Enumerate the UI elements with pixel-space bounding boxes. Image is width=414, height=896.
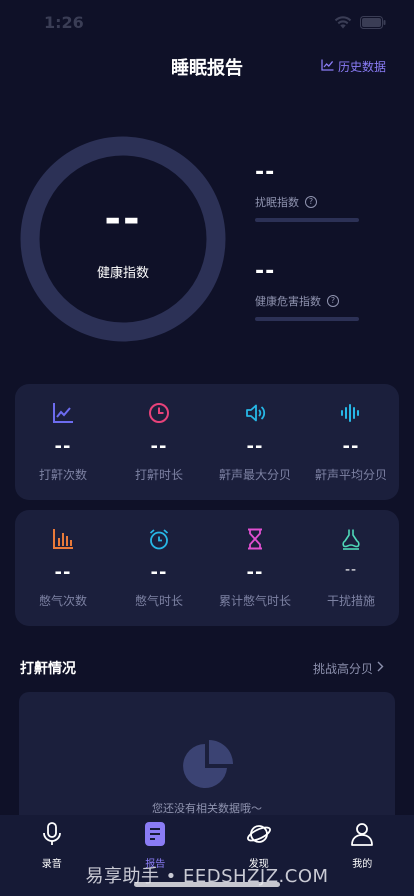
- snore-section-header: 打鼾情况 挑战高分贝: [20, 656, 384, 680]
- clock-icon: [148, 402, 170, 424]
- report-icon: [142, 821, 168, 851]
- apnea-total-duration-value: --: [246, 562, 264, 583]
- snore-duration-label: 打鼾时长: [134, 468, 183, 482]
- intervention-label: 干扰措施: [326, 594, 375, 608]
- line-chart-icon: [321, 59, 334, 74]
- help-icon[interactable]: ?: [305, 196, 317, 208]
- empty-state-text: 您还没有相关数据哦～: [152, 802, 262, 815]
- sleep-disturbance-bar: [255, 218, 359, 222]
- apnea-duration-cell[interactable]: -- 憋气时长: [111, 510, 207, 626]
- sleep-disturbance-label: 扰眠指数: [255, 196, 299, 209]
- snore-count-cell[interactable]: -- 打鼾次数: [15, 384, 111, 500]
- snore-count-value: --: [54, 436, 72, 457]
- intervention-cell[interactable]: -- 干扰措施: [303, 510, 399, 626]
- chevron-right-icon: [377, 661, 384, 675]
- snore-count-label: 打鼾次数: [38, 468, 87, 482]
- status-bar: 1:26: [0, 0, 414, 44]
- health-hazard-label-row: 健康危害指数 ?: [255, 293, 365, 309]
- challenge-db-label: 挑战高分贝: [312, 661, 373, 676]
- challenge-db-link[interactable]: 挑战高分贝: [313, 660, 384, 677]
- header: 睡眠报告 历史数据: [0, 50, 414, 84]
- apnea-duration-value: --: [150, 562, 168, 583]
- wifi-icon: [334, 15, 352, 29]
- section-title: 打鼾情况: [20, 661, 76, 677]
- health-hazard-label: 健康危害指数: [255, 295, 321, 308]
- apnea-stats-card: -- 憋气次数 -- 憋气时长 -- 累计憋气时长 -- 干扰措施: [15, 510, 399, 626]
- sleep-disturbance-metric: -- 扰眠指数 ?: [255, 160, 365, 222]
- history-data-label: 历史数据: [337, 60, 386, 74]
- health-index-label: 健康指数: [96, 266, 149, 281]
- health-index-value: --: [104, 196, 142, 242]
- status-icons: [334, 15, 386, 29]
- page-title: 睡眠报告: [171, 58, 243, 79]
- apnea-count-value: --: [54, 562, 72, 583]
- bar-chart-icon: [52, 528, 74, 550]
- apnea-total-duration-cell[interactable]: -- 累计憋气时长: [207, 510, 303, 626]
- alarm-clock-icon: [148, 528, 170, 550]
- pie-chart-icon: [181, 740, 233, 796]
- snore-max-db-value: --: [246, 436, 264, 457]
- hourglass-icon: [244, 528, 266, 550]
- intervention-value: --: [344, 562, 358, 578]
- apnea-total-duration-label: 累计憋气时长: [218, 594, 291, 608]
- status-time: 1:26: [44, 12, 84, 32]
- sound-wave-icon: [340, 402, 362, 424]
- user-icon: [349, 821, 375, 851]
- snore-avg-db-value: --: [342, 436, 360, 457]
- snore-stats-card: -- 打鼾次数 -- 打鼾时长 -- 鼾声最大分贝 -- 鼾声平均分贝: [15, 384, 399, 500]
- snore-max-db-label: 鼾声最大分贝: [218, 468, 291, 482]
- health-hazard-metric: -- 健康危害指数 ?: [255, 259, 365, 321]
- snore-duration-cell[interactable]: -- 打鼾时长: [111, 384, 207, 500]
- planet-icon: [246, 821, 272, 851]
- help-icon[interactable]: ?: [327, 295, 339, 307]
- sleep-disturbance-value: --: [255, 160, 276, 185]
- snore-avg-db-cell[interactable]: -- 鼾声平均分贝: [303, 384, 399, 500]
- health-hazard-bar: [255, 317, 359, 321]
- battery-icon: [360, 15, 386, 29]
- health-hazard-value: --: [255, 259, 276, 284]
- apnea-count-cell[interactable]: -- 憋气次数: [15, 510, 111, 626]
- snore-duration-value: --: [150, 436, 168, 457]
- apnea-count-label: 憋气次数: [38, 594, 87, 608]
- sleep-disturbance-label-row: 扰眠指数 ?: [255, 194, 365, 210]
- nose-icon: [340, 528, 362, 550]
- snore-max-db-cell[interactable]: -- 鼾声最大分贝: [207, 384, 303, 500]
- history-data-link[interactable]: 历史数据: [321, 58, 386, 75]
- home-indicator: [134, 882, 280, 887]
- snore-avg-db-label: 鼾声平均分贝: [314, 468, 387, 482]
- health-index-ring: -- 健康指数: [20, 136, 226, 342]
- speaker-icon: [244, 402, 266, 424]
- microphone-icon: [39, 821, 65, 851]
- line-chart-icon: [52, 402, 74, 424]
- apnea-duration-label: 憋气时长: [134, 594, 183, 608]
